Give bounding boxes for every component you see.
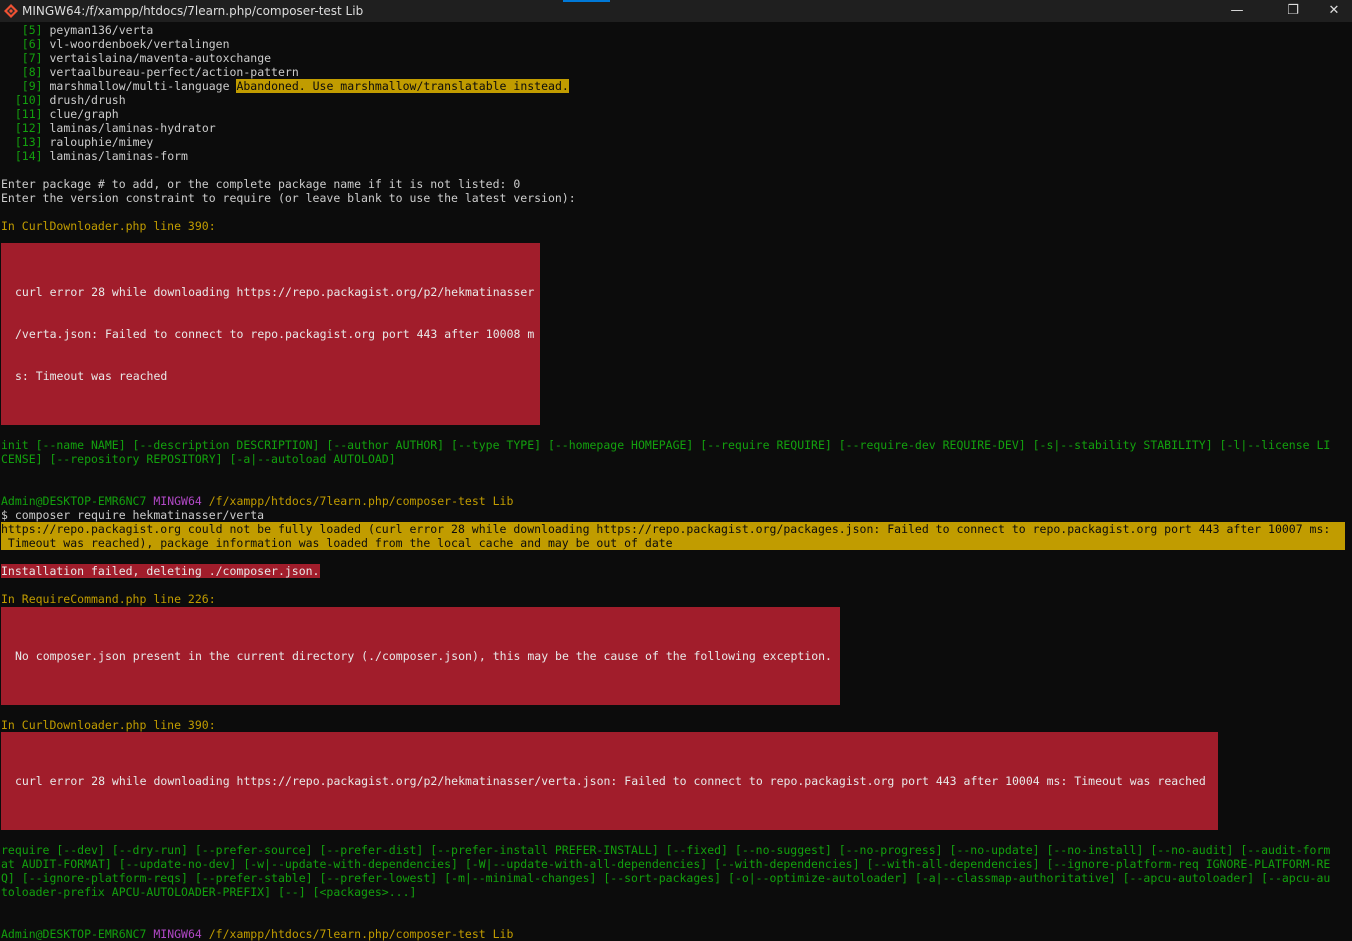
- usage-line: toloader-prefix APCU-AUTOLOADER-PREFIX] …: [1, 885, 417, 899]
- prompt-version-line: Enter the version constraint to require …: [1, 191, 576, 205]
- package-name: vl-woordenboek/vertalingen: [49, 37, 230, 51]
- package-number: [9]: [21, 79, 43, 93]
- prompt-path: /f/xampp/htdocs/7learn.php/composer-test…: [208, 494, 514, 508]
- package-name: vertaalbureau-perfect/action-pattern: [49, 65, 299, 79]
- package-option: [12] laminas/laminas-hydrator: [1, 121, 1347, 135]
- prompt-shell: MINGW64: [153, 494, 202, 508]
- package-option: [11] clue/graph: [1, 107, 1347, 121]
- error-header: In RequireCommand.php line 226:: [1, 592, 216, 606]
- usage-line: Q] [--ignore-platform-reqs] [--prefer-st…: [1, 871, 1331, 885]
- command-line: $ composer require hekmatinasser/verta: [1, 508, 265, 522]
- abandoned-notice: Abandoned. Use marshmallow/translatable …: [236, 79, 569, 93]
- focus-accent: [563, 0, 610, 2]
- prompt-user: Admin@DESKTOP-EMR6NC7: [1, 494, 147, 508]
- package-option: [10] drush/drush: [1, 93, 1347, 107]
- warning-line: Timeout was reached), package informatio…: [1, 536, 673, 550]
- package-option: [5] peyman136/verta: [1, 23, 1347, 37]
- package-option: [7] vertaislaina/maventa-autoxchange: [1, 51, 1347, 65]
- usage-line: CENSE] [--repository REPOSITORY] [-a|--a…: [1, 452, 396, 466]
- error-line: /verta.json: Failed to connect to repo.p…: [15, 327, 535, 341]
- maximize-button[interactable]: ❐: [1270, 0, 1316, 22]
- error-line: s: Timeout was reached: [15, 369, 168, 383]
- package-number: [7]: [21, 51, 43, 65]
- package-number: [10]: [14, 93, 43, 107]
- usage-line: require [--dev] [--dry-run] [--prefer-so…: [1, 843, 1331, 857]
- package-number: [11]: [14, 107, 43, 121]
- shell-prompt: Admin@DESKTOP-EMR6NC7 MINGW64 /f/xampp/h…: [1, 927, 1347, 941]
- package-number: [12]: [14, 121, 43, 135]
- package-name: laminas/laminas-hydrator: [49, 121, 216, 135]
- close-button[interactable]: ✕: [1316, 0, 1352, 22]
- usage-line: init [--name NAME] [--description DESCRI…: [1, 438, 1331, 452]
- package-option: [6] vl-woordenboek/vertalingen: [1, 37, 1347, 51]
- error-line: curl error 28 while downloading https://…: [15, 285, 535, 299]
- package-name: ralouphie/mimey: [49, 135, 154, 149]
- window-titlebar[interactable]: MINGW64:/f/xampp/htdocs/7learn.php/compo…: [0, 0, 1352, 22]
- usage-line: at AUDIT-FORMAT] [--update-no-dev] [-w|-…: [1, 857, 1331, 871]
- package-name: laminas/laminas-form: [49, 149, 188, 163]
- prompt-path: /f/xampp/htdocs/7learn.php/composer-test…: [208, 927, 514, 941]
- package-number: [14]: [14, 149, 43, 163]
- package-name: clue/graph: [49, 107, 119, 121]
- terminal-output[interactable]: [5] peyman136/verta [6] vl-woordenboek/v…: [1, 23, 1347, 941]
- package-list: [5] peyman136/verta [6] vl-woordenboek/v…: [1, 23, 1347, 163]
- error-header: In CurlDownloader.php line 390:: [1, 219, 216, 233]
- minimize-button[interactable]: —: [1214, 0, 1260, 22]
- error-line: curl error 28 while downloading https://…: [15, 774, 1206, 788]
- error-block: curl error 28 while downloading https://…: [1, 243, 540, 425]
- git-bash-icon[interactable]: [4, 4, 18, 18]
- package-number: [6]: [21, 37, 43, 51]
- package-name: peyman136/verta: [49, 23, 154, 37]
- package-option: [8] vertaalbureau-perfect/action-pattern: [1, 65, 1347, 79]
- package-name: drush/drush: [49, 93, 126, 107]
- error-line: No composer.json present in the current …: [15, 649, 832, 663]
- package-name: marshmallow/multi-language: [49, 79, 230, 93]
- package-name: vertaislaina/maventa-autoxchange: [49, 51, 272, 65]
- window-title: MINGW64:/f/xampp/htdocs/7learn.php/compo…: [22, 4, 364, 18]
- error-header: In CurlDownloader.php line 390:: [1, 718, 216, 732]
- error-block: curl error 28 while downloading https://…: [1, 732, 1218, 830]
- terminal-scrollbar[interactable]: [1348, 23, 1352, 711]
- warning-line: https://repo.packagist.org could not be …: [1, 522, 1331, 536]
- prompt-add-line: Enter package # to add, or the complete …: [1, 177, 521, 191]
- package-number: [8]: [21, 65, 43, 79]
- package-option: [13] ralouphie/mimey: [1, 135, 1347, 149]
- install-failed-message: Installation failed, deleting ./composer…: [1, 564, 320, 578]
- package-number: [13]: [14, 135, 43, 149]
- prompt-shell: MINGW64: [153, 927, 202, 941]
- warning-block: https://repo.packagist.org could not be …: [1, 522, 1345, 550]
- shell-prompt: Admin@DESKTOP-EMR6NC7 MINGW64 /f/xampp/h…: [1, 494, 1347, 508]
- package-option: [14] laminas/laminas-form: [1, 149, 1347, 163]
- package-number: [5]: [21, 23, 43, 37]
- error-block: No composer.json present in the current …: [1, 607, 840, 705]
- prompt-user: Admin@DESKTOP-EMR6NC7: [1, 927, 147, 941]
- package-option: [9] marshmallow/multi-language Abandoned…: [1, 79, 1347, 93]
